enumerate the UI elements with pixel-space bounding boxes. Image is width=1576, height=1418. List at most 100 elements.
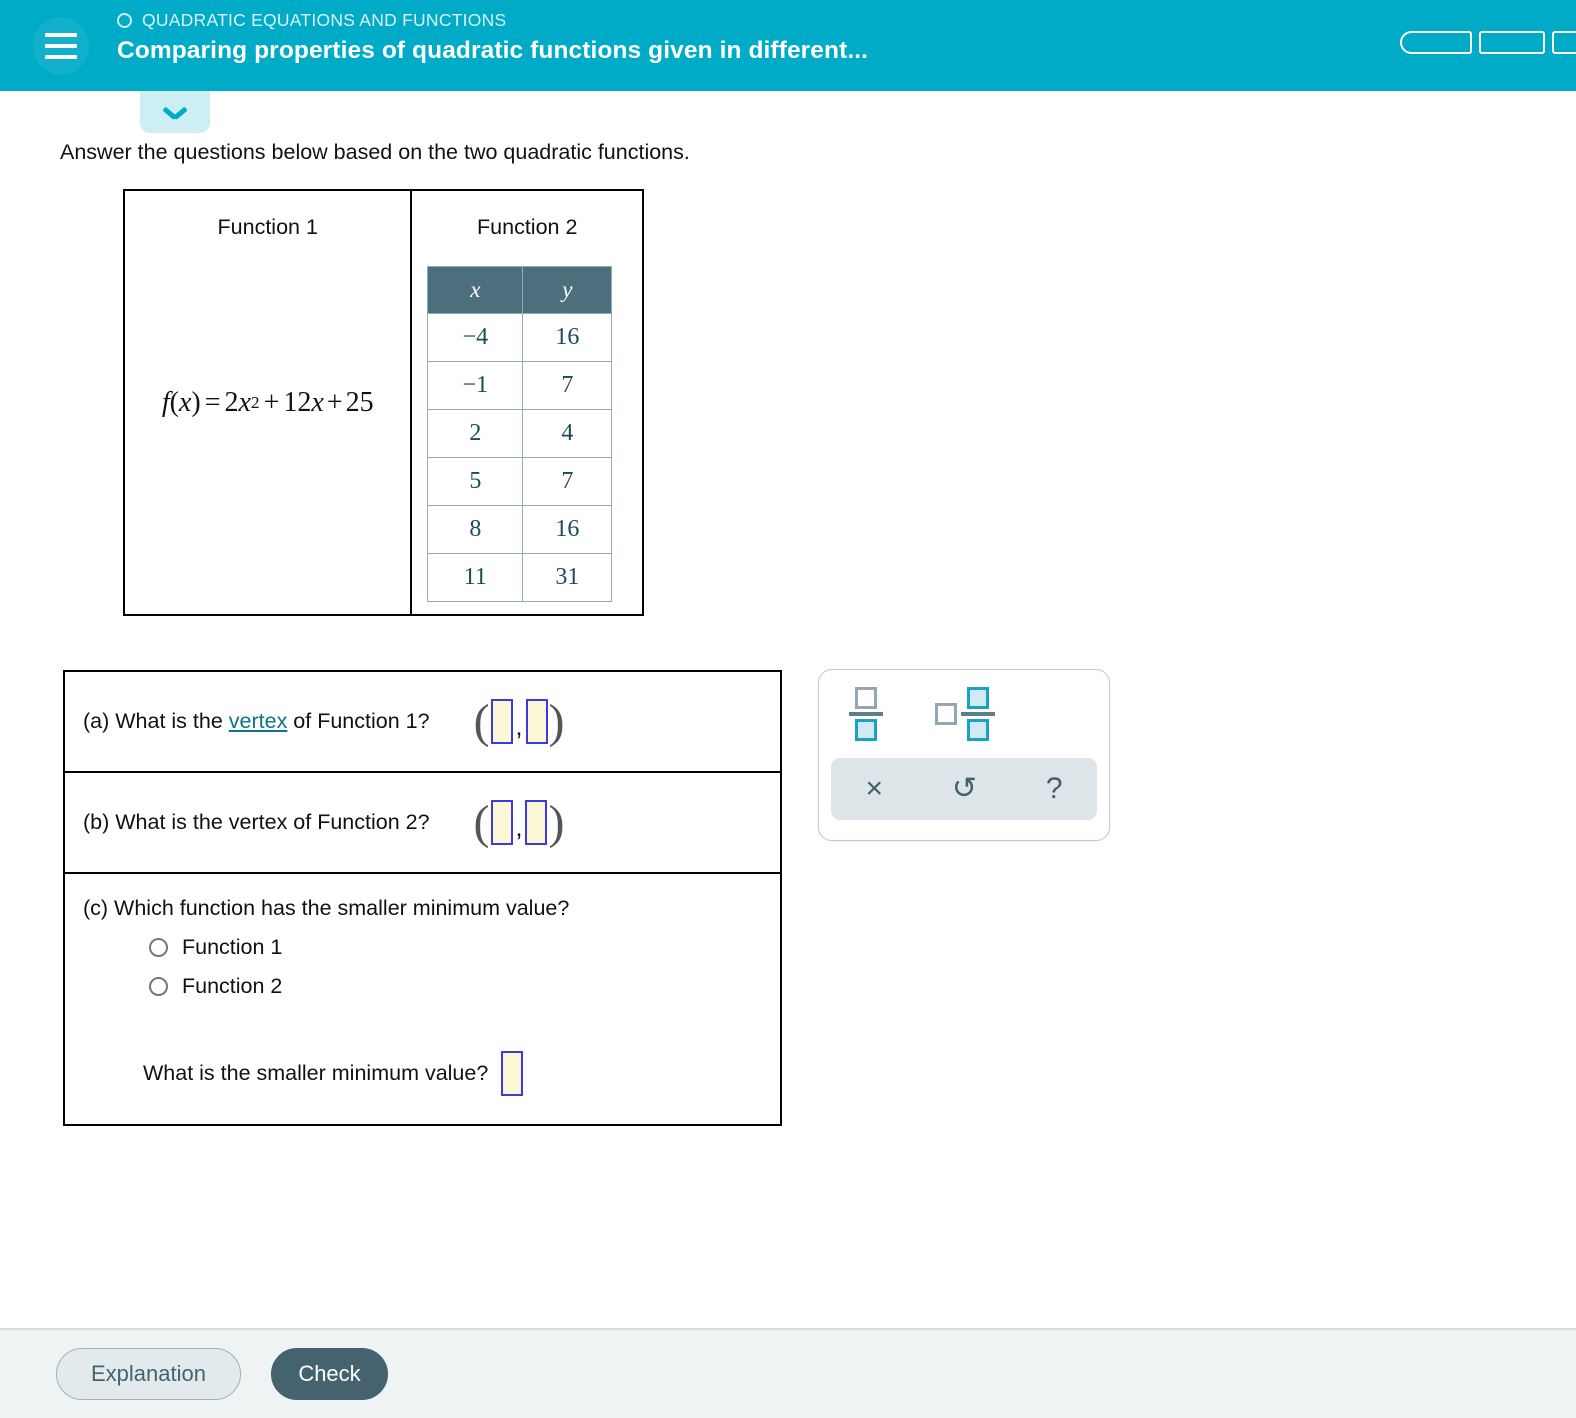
table-row: 8 16 [427,505,613,554]
close-paren: ) [548,694,565,748]
hamburger-bar [45,44,77,48]
math-keypad-symbols [819,670,1109,758]
eq-equals: = [204,386,221,418]
clear-icon[interactable]: × [865,774,883,804]
math-keypad: × ↺ ? [818,669,1110,841]
eq-exponent: 2 [250,392,260,412]
function-1-column: Function 1 f ( x ) = 2 x 2 + 12 x + 25 [125,191,413,614]
cell-x: 2 [427,409,524,458]
question-a-text-before: (a) What is the [83,709,229,733]
eq-plus-2: + [326,386,343,418]
progress-segment [1400,31,1472,54]
cell-x: −4 [427,313,524,362]
radio-option-function-1[interactable]: Function 1 [149,935,762,960]
progress-segment [1552,31,1576,54]
function-2-xy-table: x y −4 16 −1 7 2 4 5 7 8 16 11 31 [427,266,613,602]
open-paren: ( [473,795,490,849]
question-b-label: (b) What is the vertex of Function 2? [83,810,430,834]
progress-segment [1479,31,1545,54]
cell-y: 7 [522,361,613,410]
answer-comma: , [515,813,523,842]
undo-icon[interactable]: ↺ [952,774,977,804]
radio-circle-icon [149,977,168,996]
cell-x: 11 [427,553,524,602]
mixed-number-icon[interactable] [935,687,995,741]
column-header-y: y [522,266,613,314]
breadcrumb: QUADRATIC EQUATIONS AND FUNCTIONS [117,10,868,31]
radio-label-function-1: Function 1 [182,935,283,959]
eq-constant: 25 [345,386,374,418]
question-b-answer-pair: ( , ) [473,795,565,849]
circle-outline-icon [117,13,132,28]
fraction-numerator-box [855,687,877,709]
question-a-x-input[interactable] [490,699,513,744]
answer-comma: , [515,712,523,741]
question-b-row: (b) What is the vertex of Function 2? ( … [65,773,780,874]
header-text-group: QUADRATIC EQUATIONS AND FUNCTIONS Compar… [117,10,868,65]
question-c-label: (c) Which function has the smaller minim… [83,896,570,920]
help-icon[interactable]: ? [1046,774,1063,804]
cell-y: 31 [522,553,613,602]
open-paren: ( [473,694,490,748]
functions-comparison-table: Function 1 f ( x ) = 2 x 2 + 12 x + 25 F… [123,189,644,616]
function-2-column: Function 2 x y −4 16 −1 7 2 4 5 7 8 16 1… [412,191,642,614]
collapse-toggle[interactable] [140,91,210,133]
table-row: −1 7 [427,361,613,410]
page-title: Comparing properties of quadratic functi… [117,37,869,64]
close-paren: ) [548,795,565,849]
fraction-bar [961,712,995,716]
cell-y: 4 [522,409,613,458]
app-header: QUADRATIC EQUATIONS AND FUNCTIONS Compar… [0,0,1576,91]
table-header-row: x y [427,266,613,314]
eq-fname: f [161,386,170,418]
question-b-y-input[interactable] [525,800,548,845]
column-header-x: x [427,266,524,314]
vertex-glossary-link[interactable]: vertex [229,709,288,733]
subquestion-label: What is the smaller minimum value? [143,1061,489,1085]
question-c-row: (c) Which function has the smaller minim… [65,874,780,1124]
cell-y: 7 [522,457,613,506]
question-a-y-input[interactable] [525,699,548,744]
fraction-denominator-box [855,719,877,741]
question-c-subquestion: What is the smaller minimum value? [143,1051,762,1096]
table-row: 11 31 [427,553,613,602]
function-2-heading: Function 2 [477,215,578,239]
table-row: −4 16 [427,313,613,362]
fraction-numerator-box [967,687,989,709]
eq-open-paren: ( [169,386,179,418]
hamburger-icon[interactable] [33,17,89,75]
check-button[interactable]: Check [271,1348,388,1400]
eq-coeff-1: 2 [224,386,239,418]
cell-y: 16 [522,313,613,362]
breadcrumb-label: QUADRATIC EQUATIONS AND FUNCTIONS [142,10,507,30]
questions-panel: (a) What is the vertex of Function 1? ( … [63,670,782,1126]
chevron-down-icon [164,106,186,118]
cell-x: 5 [427,457,524,506]
question-a-label: (a) What is the vertex of Function 1? [83,709,430,734]
fraction-icon[interactable] [849,687,883,741]
hamburger-bar [45,55,77,59]
eq-close-paren: ) [191,386,201,418]
radio-circle-icon [149,938,168,957]
eq-plus-1: + [263,386,280,418]
mixed-fraction-part [961,687,995,741]
question-a-answer-pair: ( , ) [473,694,565,748]
mixed-whole-box [935,703,957,725]
question-a-text-after: of Function 1? [287,709,430,733]
explanation-button[interactable]: Explanation [56,1348,241,1400]
eq-var: x [178,386,192,418]
table-row: 5 7 [427,457,613,506]
eq-var-2: x [311,386,324,418]
hamburger-bar [45,33,77,37]
question-b-x-input[interactable] [490,800,513,845]
radio-option-function-2[interactable]: Function 2 [149,974,762,999]
math-keypad-actions: × ↺ ? [831,758,1097,820]
table-row: 2 4 [427,409,613,458]
question-a-row: (a) What is the vertex of Function 1? ( … [65,672,780,773]
prompt-text: Answer the questions below based on the … [60,140,690,164]
eq-var-1: x [238,386,251,418]
question-c-value-input[interactable] [501,1051,524,1096]
footer-bar: Explanation Check [0,1328,1576,1418]
cell-y: 16 [522,505,613,554]
radio-label-function-2: Function 2 [182,974,283,998]
